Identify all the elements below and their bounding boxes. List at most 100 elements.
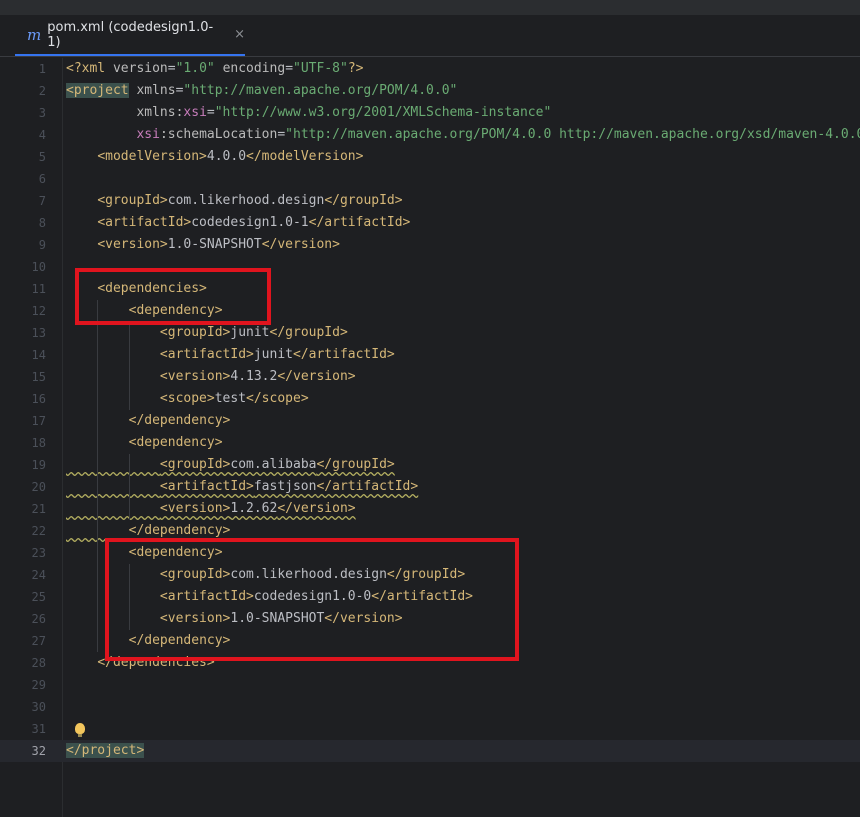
code-token: <artifactId> bbox=[159, 479, 254, 494]
line-number: 24 bbox=[31, 568, 46, 582]
tab-pom-xml[interactable]: m pom.xml (codedesign1.0-1) × bbox=[15, 15, 245, 56]
code-line[interactable]: 32 </project> bbox=[0, 740, 860, 762]
code-token: = bbox=[277, 127, 286, 142]
line-number: 11 bbox=[31, 282, 46, 296]
code-token: 1.2.62 bbox=[230, 501, 278, 516]
code-text[interactable]: <artifactId>junit</artifactId> bbox=[66, 344, 395, 366]
code-token: </dependency> bbox=[128, 523, 231, 538]
indent-guide bbox=[129, 454, 130, 520]
code-text[interactable]: <version>4.13.2</version> bbox=[66, 366, 356, 388]
code-line[interactable]: 5 <modelVersion>4.0.0</modelVersion> bbox=[0, 146, 860, 168]
code-token: <version> bbox=[159, 501, 231, 516]
code-token: <version> bbox=[97, 237, 168, 252]
code-token: <groupId> bbox=[97, 193, 168, 208]
lightbulb-icon[interactable] bbox=[75, 723, 85, 737]
code-token: "http://maven.apache.org/POM/4.0.0 http:… bbox=[285, 127, 860, 142]
code-token: = bbox=[206, 105, 215, 120]
line-number: 25 bbox=[31, 590, 46, 604]
code-line[interactable]: 1 <?xml version="1.0" encoding="UTF-8"?> bbox=[0, 58, 860, 80]
close-icon[interactable]: × bbox=[234, 27, 245, 42]
code-token: "http://maven.apache.org/POM/4.0.0" bbox=[183, 83, 458, 98]
code-token: "http://www.w3.org/2001/XMLSchema-instan… bbox=[214, 105, 552, 120]
code-text[interactable]: <groupId>com.likerhood.design</groupId> bbox=[66, 190, 402, 212]
code-token: 1.0-SNAPSHOT bbox=[167, 237, 262, 252]
code-text[interactable]: <?xml version="1.0" encoding="UTF-8"?> bbox=[66, 58, 363, 80]
line-number: 10 bbox=[31, 260, 46, 274]
code-token: junit bbox=[253, 347, 293, 362]
line-number: 22 bbox=[31, 524, 46, 538]
code-token: = bbox=[167, 61, 176, 76]
code-token: xmlns: bbox=[136, 105, 184, 120]
code-line[interactable]: 31 bbox=[0, 718, 860, 740]
line-number: 28 bbox=[31, 656, 46, 670]
code-text[interactable]: <modelVersion>4.0.0</modelVersion> bbox=[66, 146, 363, 168]
line-number: 31 bbox=[31, 722, 46, 736]
code-line[interactable]: 3 xmlns:xsi="http://www.w3.org/2001/XMLS… bbox=[0, 102, 860, 124]
code-token: codedesign1.0-1 bbox=[191, 215, 309, 230]
line-number: 12 bbox=[31, 304, 46, 318]
code-token: <modelVersion> bbox=[97, 149, 207, 164]
code-text[interactable]: <project xmlns="http://maven.apache.org/… bbox=[66, 80, 457, 102]
code-text[interactable]: </dependency> bbox=[66, 410, 231, 432]
code-token: <dependency> bbox=[128, 435, 223, 450]
window-top-strip bbox=[0, 0, 860, 15]
code-line[interactable]: 4 xsi:schemaLocation="http://maven.apach… bbox=[0, 124, 860, 146]
code-token: </version> bbox=[277, 501, 356, 516]
editor-tab-bar: m pom.xml (codedesign1.0-1) × bbox=[0, 15, 860, 57]
code-text[interactable]: <version>1.0-SNAPSHOT</version> bbox=[66, 234, 340, 256]
highlight-box-dependencies bbox=[75, 268, 271, 325]
line-number: 8 bbox=[38, 216, 46, 230]
code-text[interactable]: <version>1.2.62</version> bbox=[66, 498, 356, 520]
code-text[interactable]: <groupId>com.alibaba</groupId> bbox=[66, 454, 395, 476]
code-token: </dependency> bbox=[128, 413, 231, 428]
code-token: encoding bbox=[222, 61, 286, 76]
code-text[interactable]: <artifactId>codedesign1.0-1</artifactId> bbox=[66, 212, 410, 234]
line-number: 17 bbox=[31, 414, 46, 428]
code-text[interactable]: </project> bbox=[66, 740, 145, 762]
line-number: 7 bbox=[38, 194, 46, 208]
code-editor[interactable]: 1 <?xml version="1.0" encoding="UTF-8"?> 2… bbox=[0, 58, 860, 817]
code-line[interactable]: 6 bbox=[0, 168, 860, 190]
code-line[interactable]: 17 </dependency> bbox=[0, 410, 860, 432]
code-token: <project bbox=[66, 83, 129, 98]
code-token: :schemaLocation bbox=[159, 127, 278, 142]
code-text[interactable]: <scope>test</scope> bbox=[66, 388, 309, 410]
line-number: 26 bbox=[31, 612, 46, 626]
code-line[interactable]: 8 <artifactId>codedesign1.0-1</artifactI… bbox=[0, 212, 860, 234]
code-line[interactable]: 7 <groupId>com.likerhood.design</groupId… bbox=[0, 190, 860, 212]
code-text[interactable]: xsi:schemaLocation="http://maven.apache.… bbox=[66, 124, 860, 146]
code-text[interactable]: <groupId>junit</groupId> bbox=[66, 322, 348, 344]
code-text[interactable]: xmlns:xsi="http://www.w3.org/2001/XMLSch… bbox=[66, 102, 551, 124]
code-token: <groupId> bbox=[159, 457, 231, 472]
code-line[interactable]: 30 bbox=[0, 696, 860, 718]
line-number: 3 bbox=[38, 106, 46, 120]
code-token: </artifactId> bbox=[292, 347, 395, 362]
code-token: </artifactId> bbox=[316, 479, 419, 494]
highlight-box-new-dependency bbox=[105, 538, 519, 661]
code-token: = bbox=[285, 61, 294, 76]
code-token: ?> bbox=[347, 61, 364, 76]
code-line[interactable]: 2 <project xmlns="http://maven.apache.org… bbox=[0, 80, 860, 102]
indent-guide bbox=[97, 300, 98, 652]
code-line[interactable]: 29 bbox=[0, 674, 860, 696]
code-token: </groupId> bbox=[269, 325, 348, 340]
code-token: </version> bbox=[261, 237, 340, 252]
code-token: xsi bbox=[183, 105, 207, 120]
line-number: 4 bbox=[38, 128, 46, 142]
code-text[interactable]: <artifactId>fastjson</artifactId> bbox=[66, 476, 418, 498]
line-number: 16 bbox=[31, 392, 46, 406]
code-text[interactable]: <dependency> bbox=[66, 432, 223, 454]
code-line[interactable]: 18 <dependency> bbox=[0, 432, 860, 454]
code-line[interactable]: 9 <version>1.0-SNAPSHOT</version> bbox=[0, 234, 860, 256]
maven-file-icon: m bbox=[27, 25, 42, 44]
